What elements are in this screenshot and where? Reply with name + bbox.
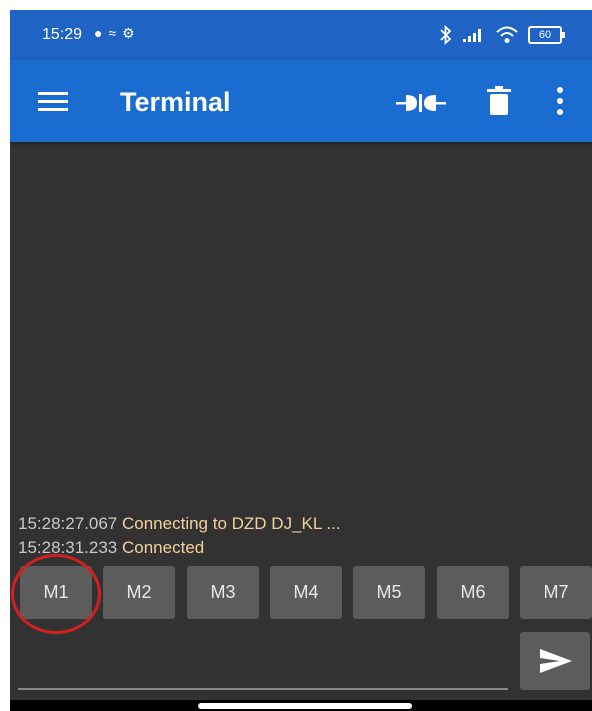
macro-button-m6[interactable]: M6 [437, 566, 509, 619]
log-timestamp: 15:28:31.233 [18, 538, 118, 557]
send-button[interactable] [520, 632, 590, 690]
bluetooth-icon [440, 25, 452, 45]
navigation-bar [10, 700, 592, 711]
log-message: Connected [122, 538, 205, 557]
home-gesture-handle[interactable] [198, 703, 412, 709]
nfc-icon: ≈ [108, 25, 123, 41]
log-message: Connecting to DZD DJ_KL ... [122, 514, 341, 533]
status-bar: 15:29 ●≈⚙ 60 [10, 10, 592, 60]
macro-button-m2[interactable]: M2 [103, 566, 175, 619]
more-vert-icon[interactable] [550, 86, 570, 116]
status-right-icons: 60 [440, 24, 565, 46]
log-line: 15:28:27.067 Connecting to DZD DJ_KL ... [18, 514, 341, 534]
macro-button-m5[interactable]: M5 [353, 566, 425, 619]
status-time: 15:29 [42, 26, 83, 43]
menu-icon[interactable] [38, 88, 68, 114]
terminal-output: 15:28:27.067 Connecting to DZD DJ_KL ...… [10, 142, 592, 560]
battery-icon: 60 [528, 26, 565, 44]
macro-button-m7[interactable]: M7 [520, 566, 592, 619]
macro-button-m4[interactable]: M4 [270, 566, 342, 619]
command-input[interactable] [18, 688, 508, 690]
delete-icon[interactable] [486, 86, 512, 116]
chat-bubble-icon: ● [94, 25, 109, 41]
gear-icon: ⚙ [122, 25, 141, 41]
app-bar: Terminal [10, 60, 592, 142]
log-timestamp: 15:28:27.067 [18, 514, 118, 533]
signal-icon [463, 29, 481, 42]
send-icon [540, 649, 572, 673]
highlight-circle-annotation [11, 554, 101, 634]
connect-plug-icon[interactable] [396, 90, 446, 116]
wifi-icon [496, 26, 518, 43]
macro-button-m3[interactable]: M3 [187, 566, 259, 619]
app-title: Terminal [120, 87, 231, 117]
phone-screen: 15:29 ●≈⚙ 60 Terminal 15:28:27.067 Conne… [10, 10, 592, 711]
status-left-icons: ●≈⚙ [94, 25, 141, 42]
